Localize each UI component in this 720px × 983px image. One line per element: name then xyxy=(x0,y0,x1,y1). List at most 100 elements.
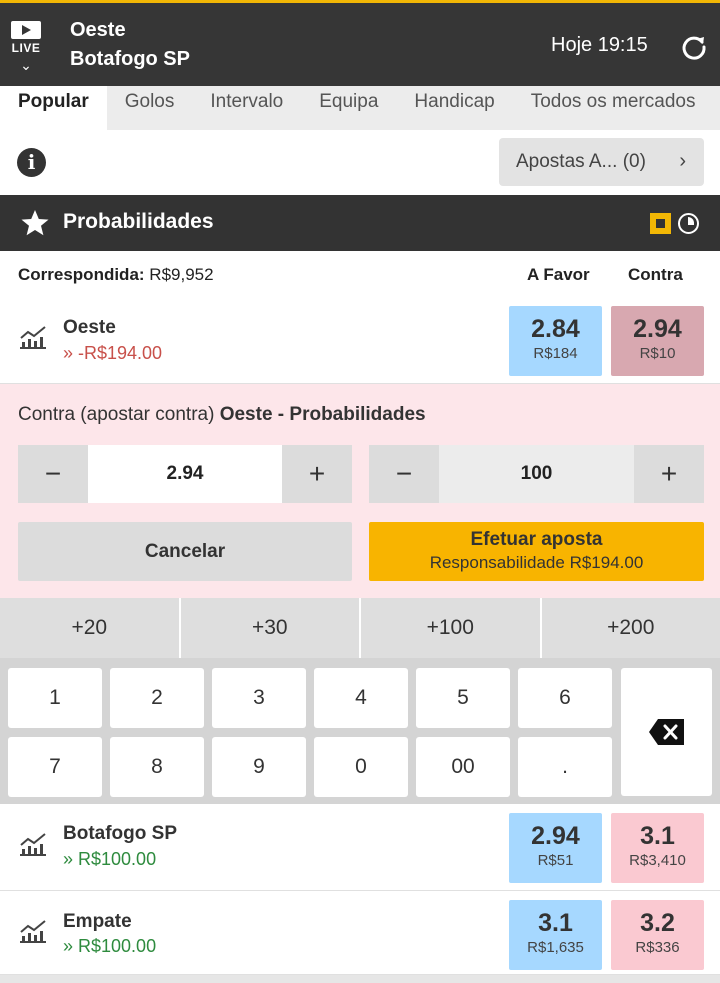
lay-odds-button[interactable]: 3.1 R$3,410 xyxy=(611,813,704,883)
matched-amount: Correspondida: R$9,952 xyxy=(18,265,214,285)
runner-profit-loss: » R$100.00 xyxy=(63,849,157,869)
bet-selection: Oeste - Probabilidades xyxy=(219,404,426,425)
tab-intervalo[interactable]: Intervalo xyxy=(192,86,301,130)
info-row: i Apostas A... (0) › xyxy=(0,130,720,195)
matched-row: Correspondida: R$9,952 A Favor Contra xyxy=(0,251,720,297)
chevron-right-icon: › xyxy=(679,150,686,172)
team-a-name: Oeste xyxy=(70,19,126,41)
cancel-button[interactable]: Cancelar xyxy=(18,522,352,581)
quick-stake-button[interactable]: +30 xyxy=(181,598,361,658)
lay-price: 2.94 xyxy=(633,315,682,343)
stake-increase-button[interactable]: + xyxy=(634,445,704,503)
matched-value: R$9,952 xyxy=(149,265,214,284)
key-1[interactable]: 1 xyxy=(8,668,102,728)
info-icon[interactable]: i xyxy=(17,148,46,177)
back-size: R$184 xyxy=(533,345,578,362)
back-size: R$1,635 xyxy=(527,939,584,956)
bet-title: Contra (apostar contra) Oeste - Probabil… xyxy=(18,404,426,426)
place-bet-label: Efetuar aposta xyxy=(470,529,603,550)
lay-column-header: Contra xyxy=(628,265,683,284)
bet-panel: Contra (apostar contra) Oeste - Probabil… xyxy=(0,384,720,598)
stake-decrease-button[interactable]: − xyxy=(369,445,439,503)
runner-row-botafogo: Botafogo SP » R$100.00 2.94 R$51 3.1 R$3… xyxy=(0,804,720,891)
backspace-icon xyxy=(648,719,684,745)
numeric-keypad: 1 2 3 4 5 6 7 8 9 0 00 . xyxy=(0,658,720,804)
key-2[interactable]: 2 xyxy=(110,668,204,728)
liability-label: Responsabilidade R$194.00 xyxy=(429,553,644,572)
tab-golos[interactable]: Golos xyxy=(107,86,193,130)
back-price: 2.84 xyxy=(531,315,580,343)
quick-stake-button[interactable]: +200 xyxy=(542,598,720,658)
key-decimal[interactable]: . xyxy=(518,737,612,797)
odds-stepper: − 2.94 + xyxy=(18,445,352,503)
quick-stakes: +20 +30 +100 +200 xyxy=(0,598,720,658)
back-odds-button[interactable]: 3.1 R$1,635 xyxy=(509,900,602,970)
play-icon xyxy=(11,21,41,39)
lay-price: 3.1 xyxy=(640,822,675,850)
tab-popular[interactable]: Popular xyxy=(0,86,107,130)
open-bets-button[interactable]: Apostas A... (0) › xyxy=(499,138,704,186)
key-8[interactable]: 8 xyxy=(110,737,204,797)
lay-price: 3.2 xyxy=(640,909,675,937)
back-odds-button[interactable]: 2.94 R$51 xyxy=(509,813,602,883)
key-6[interactable]: 6 xyxy=(518,668,612,728)
bet-type: Contra (apostar contra) xyxy=(18,404,215,425)
key-4[interactable]: 4 xyxy=(314,668,408,728)
odds-increase-button[interactable]: + xyxy=(282,445,352,503)
back-price: 3.1 xyxy=(538,909,573,937)
key-7[interactable]: 7 xyxy=(8,737,102,797)
backspace-button[interactable] xyxy=(621,668,712,796)
quick-stake-button[interactable]: +100 xyxy=(361,598,542,658)
key-3[interactable]: 3 xyxy=(212,668,306,728)
odds-decrease-button[interactable]: − xyxy=(18,445,88,503)
chart-icon[interactable] xyxy=(18,918,48,944)
back-column-header: A Favor xyxy=(527,265,590,284)
runner-row-empate: Empate » R$100.00 3.1 R$1,635 3.2 R$336 xyxy=(0,891,720,975)
key-0[interactable]: 0 xyxy=(314,737,408,797)
lay-odds-button[interactable]: 3.2 R$336 xyxy=(611,900,704,970)
key-00[interactable]: 00 xyxy=(416,737,510,797)
stake-stepper: − 100 + xyxy=(369,445,704,503)
match-time: Hoje 19:15 xyxy=(551,34,648,56)
chevron-down-icon: ⌄ xyxy=(20,57,32,73)
lay-odds-button[interactable]: 2.94 R$10 xyxy=(611,306,704,376)
back-price: 2.94 xyxy=(531,822,580,850)
back-size: R$51 xyxy=(537,852,574,869)
key-5[interactable]: 5 xyxy=(416,668,510,728)
runner-name: Empate xyxy=(63,911,132,932)
stake-input[interactable]: 100 xyxy=(439,445,634,503)
market-section-header: Probabilidades xyxy=(0,195,720,251)
tab-equipa[interactable]: Equipa xyxy=(301,86,396,130)
runner-row-oeste: Oeste » -R$194.00 2.84 R$184 2.94 R$10 xyxy=(0,297,720,384)
tab-todos-mercados[interactable]: Todos os mercados xyxy=(513,86,714,130)
lay-size: R$10 xyxy=(639,345,676,362)
refresh-icon[interactable] xyxy=(680,33,708,61)
footer-divider xyxy=(0,975,720,983)
back-odds-button[interactable]: 2.84 R$184 xyxy=(509,306,602,376)
key-9[interactable]: 9 xyxy=(212,737,306,797)
market-tabs: Popular Golos Intervalo Equipa Handicap … xyxy=(0,86,720,130)
timer-icon[interactable] xyxy=(678,213,699,234)
live-toggle[interactable]: LIVE ⌄ xyxy=(10,21,42,74)
tab-handicap[interactable]: Handicap xyxy=(396,86,512,130)
chart-icon[interactable] xyxy=(18,324,48,350)
team-b-name: Botafogo SP xyxy=(70,48,190,70)
match-header: LIVE ⌄ Oeste Botafogo SP Hoje 19:15 xyxy=(0,0,720,86)
live-label: LIVE xyxy=(11,41,41,55)
lay-size: R$3,410 xyxy=(629,852,686,869)
lay-size: R$336 xyxy=(635,939,680,956)
matched-label: Correspondida: xyxy=(18,265,145,284)
star-icon[interactable] xyxy=(20,208,50,238)
cashout-toggle-icon[interactable] xyxy=(650,213,671,234)
runner-profit-loss: » R$100.00 xyxy=(63,936,157,956)
open-bets-label: Apostas A... xyxy=(516,151,618,172)
market-title: Probabilidades xyxy=(63,210,214,233)
odds-input[interactable]: 2.94 xyxy=(88,445,282,503)
runner-profit-loss: » -R$194.00 xyxy=(63,343,163,363)
runner-name: Oeste xyxy=(63,317,116,338)
place-bet-button[interactable]: Efetuar aposta Responsabilidade R$194.00 xyxy=(369,522,704,581)
chart-icon[interactable] xyxy=(18,831,48,857)
quick-stake-button[interactable]: +20 xyxy=(0,598,181,658)
runner-name: Botafogo SP xyxy=(63,823,177,844)
open-bets-count: (0) xyxy=(622,151,646,172)
